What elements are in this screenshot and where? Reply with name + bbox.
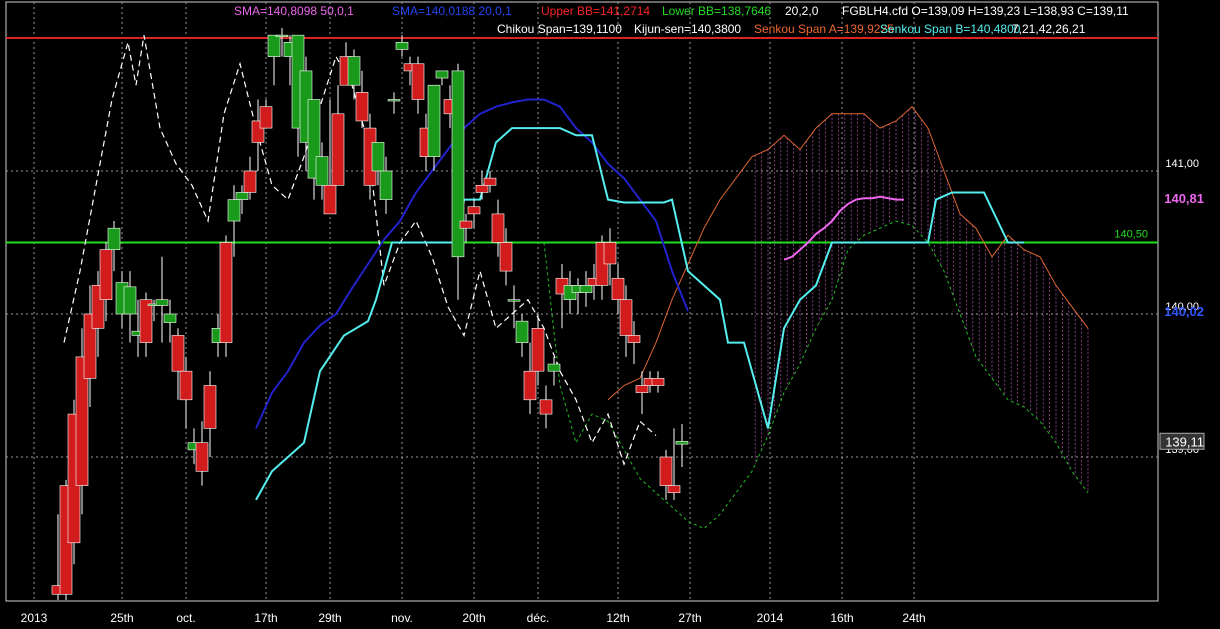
candle-body — [139, 299, 153, 343]
candle-body — [635, 385, 649, 393]
candle-body — [203, 385, 217, 429]
candle-body — [531, 327, 545, 372]
candle-body — [331, 113, 345, 186]
candle-body — [475, 185, 489, 193]
senkou-a-label: Senkou Span A=139,9225 — [754, 22, 894, 36]
kijun-label: Kijun-sen=140,3800 — [634, 22, 742, 36]
candle-body — [651, 378, 665, 386]
candle-body — [579, 285, 593, 293]
x-tick-label: 2013 — [21, 611, 48, 625]
y-tick-label: 141,00 — [1165, 158, 1199, 170]
candle-body — [627, 335, 641, 343]
last-price-label: 139,11 — [1165, 434, 1204, 449]
sma50-price-label: 140,81 — [1164, 191, 1204, 206]
candle-body — [163, 313, 177, 323]
x-tick-label: 27th — [678, 611, 701, 625]
candle-body — [411, 63, 425, 100]
x-tick-label: 24th — [902, 611, 925, 625]
bb-params-label: 20,2,0 — [785, 4, 819, 18]
candle-body — [427, 84, 441, 157]
candle-body — [195, 442, 209, 472]
ichimoku-params-label: 7,21,42,26,21 — [1012, 22, 1086, 36]
candle-body — [387, 99, 401, 102]
upper-bb-label: Upper BB=141,2714 — [541, 4, 651, 18]
candle-body — [547, 363, 561, 372]
candle-body — [675, 440, 689, 445]
x-tick-label: 2014 — [757, 611, 784, 625]
price-chart[interactable]: 141,00140,00139,002013 25th oct. 17th 29th no… — [0, 0, 1220, 629]
candle-body — [179, 370, 193, 401]
candle-body — [267, 34, 281, 57]
x-tick-label: 29th — [318, 611, 341, 625]
candle-body — [611, 277, 625, 301]
candle-body — [667, 485, 681, 494]
lower-bb-label: Lower BB=138,7646 — [662, 4, 772, 18]
x-tick-label: oct. — [176, 611, 195, 625]
level-line-label: 140,50 — [1114, 229, 1148, 241]
x-tick-label: 16th — [830, 611, 853, 625]
candle-body — [347, 56, 361, 86]
candle-body — [227, 199, 241, 222]
candle-body — [467, 206, 481, 215]
candle-body — [219, 242, 233, 343]
candle-body — [155, 299, 169, 306]
sma50-label: SMA=140,8098 50,0,1 — [234, 4, 354, 18]
candle-body — [459, 220, 473, 229]
candle-body — [451, 70, 465, 258]
candle-body — [123, 286, 137, 315]
candle-body — [107, 227, 121, 250]
candle-body — [619, 299, 633, 336]
candle-body — [243, 170, 257, 193]
candle-body — [371, 142, 385, 172]
candle-body — [435, 70, 449, 79]
senkou-b-label: Senkou Span B=140,4800 — [880, 22, 1021, 36]
candle-body — [355, 92, 369, 122]
candle-body — [499, 242, 513, 272]
x-tick-label: 12th — [606, 611, 629, 625]
x-tick-label: 20th — [462, 611, 485, 625]
candle-body — [323, 185, 337, 215]
candle-body — [603, 242, 617, 265]
candle-body — [235, 192, 249, 200]
chart-window: 141,00 140,00 139,00 2013 25th oct. 17th 29th no… — [0, 0, 1220, 629]
candle-body — [659, 456, 673, 486]
candle-body — [99, 249, 113, 300]
candle-body — [523, 370, 537, 401]
sma20-price-label: 140,02 — [1164, 304, 1204, 319]
candle-body — [507, 299, 521, 302]
x-tick-label: 25th — [110, 611, 133, 625]
candle-body — [539, 399, 553, 415]
candle-body — [379, 170, 393, 200]
candle-body — [483, 177, 497, 186]
sma20-label: SMA=140,0188 20,0,1 — [392, 4, 512, 18]
candle-body — [171, 335, 185, 372]
candle-body — [395, 41, 409, 50]
candle-body — [515, 320, 529, 343]
x-tick-label: nov. — [391, 611, 413, 625]
x-tick-label: déc. — [527, 611, 550, 625]
ohlc-label: FGBLH4.cfd O=139,09 H=139,23 L=138,93 C=… — [842, 4, 1129, 18]
candle-body — [259, 106, 273, 129]
candle-body — [491, 213, 505, 243]
candle-body — [275, 34, 289, 37]
candle-body — [315, 156, 329, 186]
x-tick-label: 17th — [254, 611, 277, 625]
chikou-label: Chikou Span=139,1100 — [497, 22, 622, 36]
